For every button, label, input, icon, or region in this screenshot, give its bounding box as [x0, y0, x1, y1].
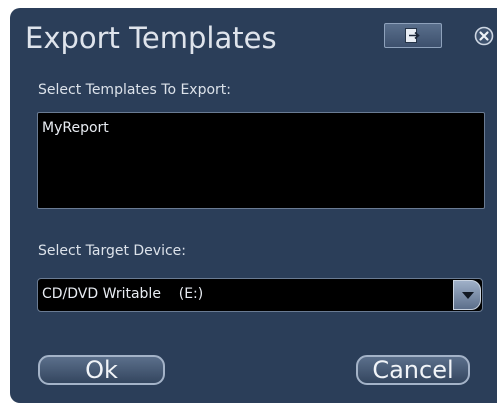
ok-button[interactable]: Ok — [38, 355, 165, 385]
target-device-value: CD/DVD Writable (E:) — [42, 286, 204, 302]
chevron-down-icon — [462, 292, 474, 299]
target-device-label: Select Target Device: — [38, 243, 186, 259]
export-templates-dialog: Export Templates Select Templates To Exp… — [10, 8, 497, 403]
dialog-title: Export Templates — [25, 21, 277, 55]
templates-label: Select Templates To Export: — [38, 82, 231, 98]
target-device-select[interactable]: CD/DVD Writable (E:) — [37, 278, 483, 312]
restore-window-button[interactable] — [384, 23, 442, 48]
cancel-button[interactable]: Cancel — [356, 355, 470, 385]
template-list[interactable]: MyReport — [37, 112, 485, 209]
close-icon — [474, 26, 494, 46]
close-button[interactable] — [474, 26, 494, 46]
restore-window-icon — [405, 28, 420, 43]
template-list-item[interactable]: MyReport — [42, 120, 480, 136]
device-dropdown-button[interactable] — [453, 280, 481, 310]
